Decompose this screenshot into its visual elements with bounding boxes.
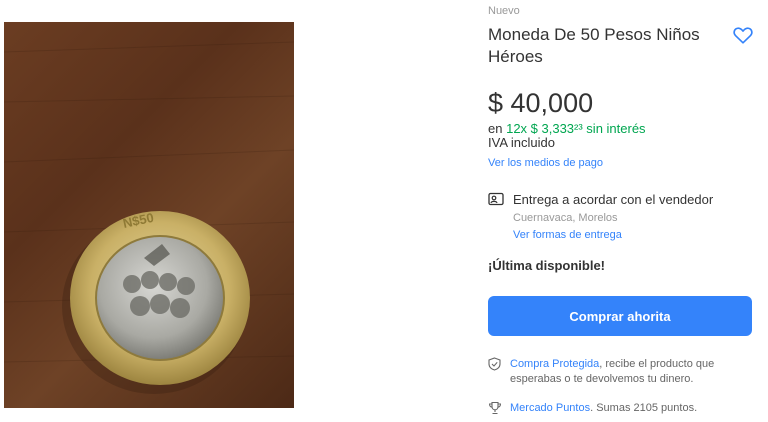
loyalty-points-link[interactable]: Mercado Puntos: [510, 402, 590, 414]
payment-methods-link[interactable]: Ver los medios de pago: [488, 157, 603, 169]
installments-highlight: 12x $ 3,333²³ sin interés: [506, 121, 646, 136]
tax-note: IVA incluido: [488, 135, 555, 150]
trophy-icon: [488, 401, 502, 415]
installments: en 12x $ 3,333²³ sin interés: [488, 121, 646, 136]
heart-icon[interactable]: [732, 24, 754, 46]
purchase-protection: Compra Protegida, recibe el producto que…: [510, 357, 750, 387]
delivery-options-link[interactable]: Ver formas de entrega: [513, 229, 622, 241]
buy-now-button[interactable]: Comprar ahorita: [488, 296, 752, 336]
installments-prefix: en: [488, 121, 503, 136]
purchase-protection-link[interactable]: Compra Protegida: [510, 358, 599, 370]
id-card-icon: [488, 192, 504, 206]
product-title: Moneda De 50 Pesos Niños Héroes: [488, 25, 700, 66]
delivery-title: Entrega a acordar con el vendedor: [513, 192, 714, 207]
condition-label: Nuevo: [488, 5, 520, 17]
price: $ 40,000: [488, 88, 594, 118]
loyalty-points-text: . Sumas 2105 puntos.: [590, 402, 698, 414]
coin-image: N$50: [4, 41, 294, 394]
delivery-location: Cuernavaca, Morelos: [513, 212, 618, 224]
product-photo[interactable]: N$50: [4, 22, 294, 408]
stock-status: ¡Última disponible!: [488, 258, 605, 273]
shield-icon: [488, 357, 501, 371]
loyalty-points: Mercado Puntos. Sumas 2105 puntos.: [510, 402, 697, 414]
